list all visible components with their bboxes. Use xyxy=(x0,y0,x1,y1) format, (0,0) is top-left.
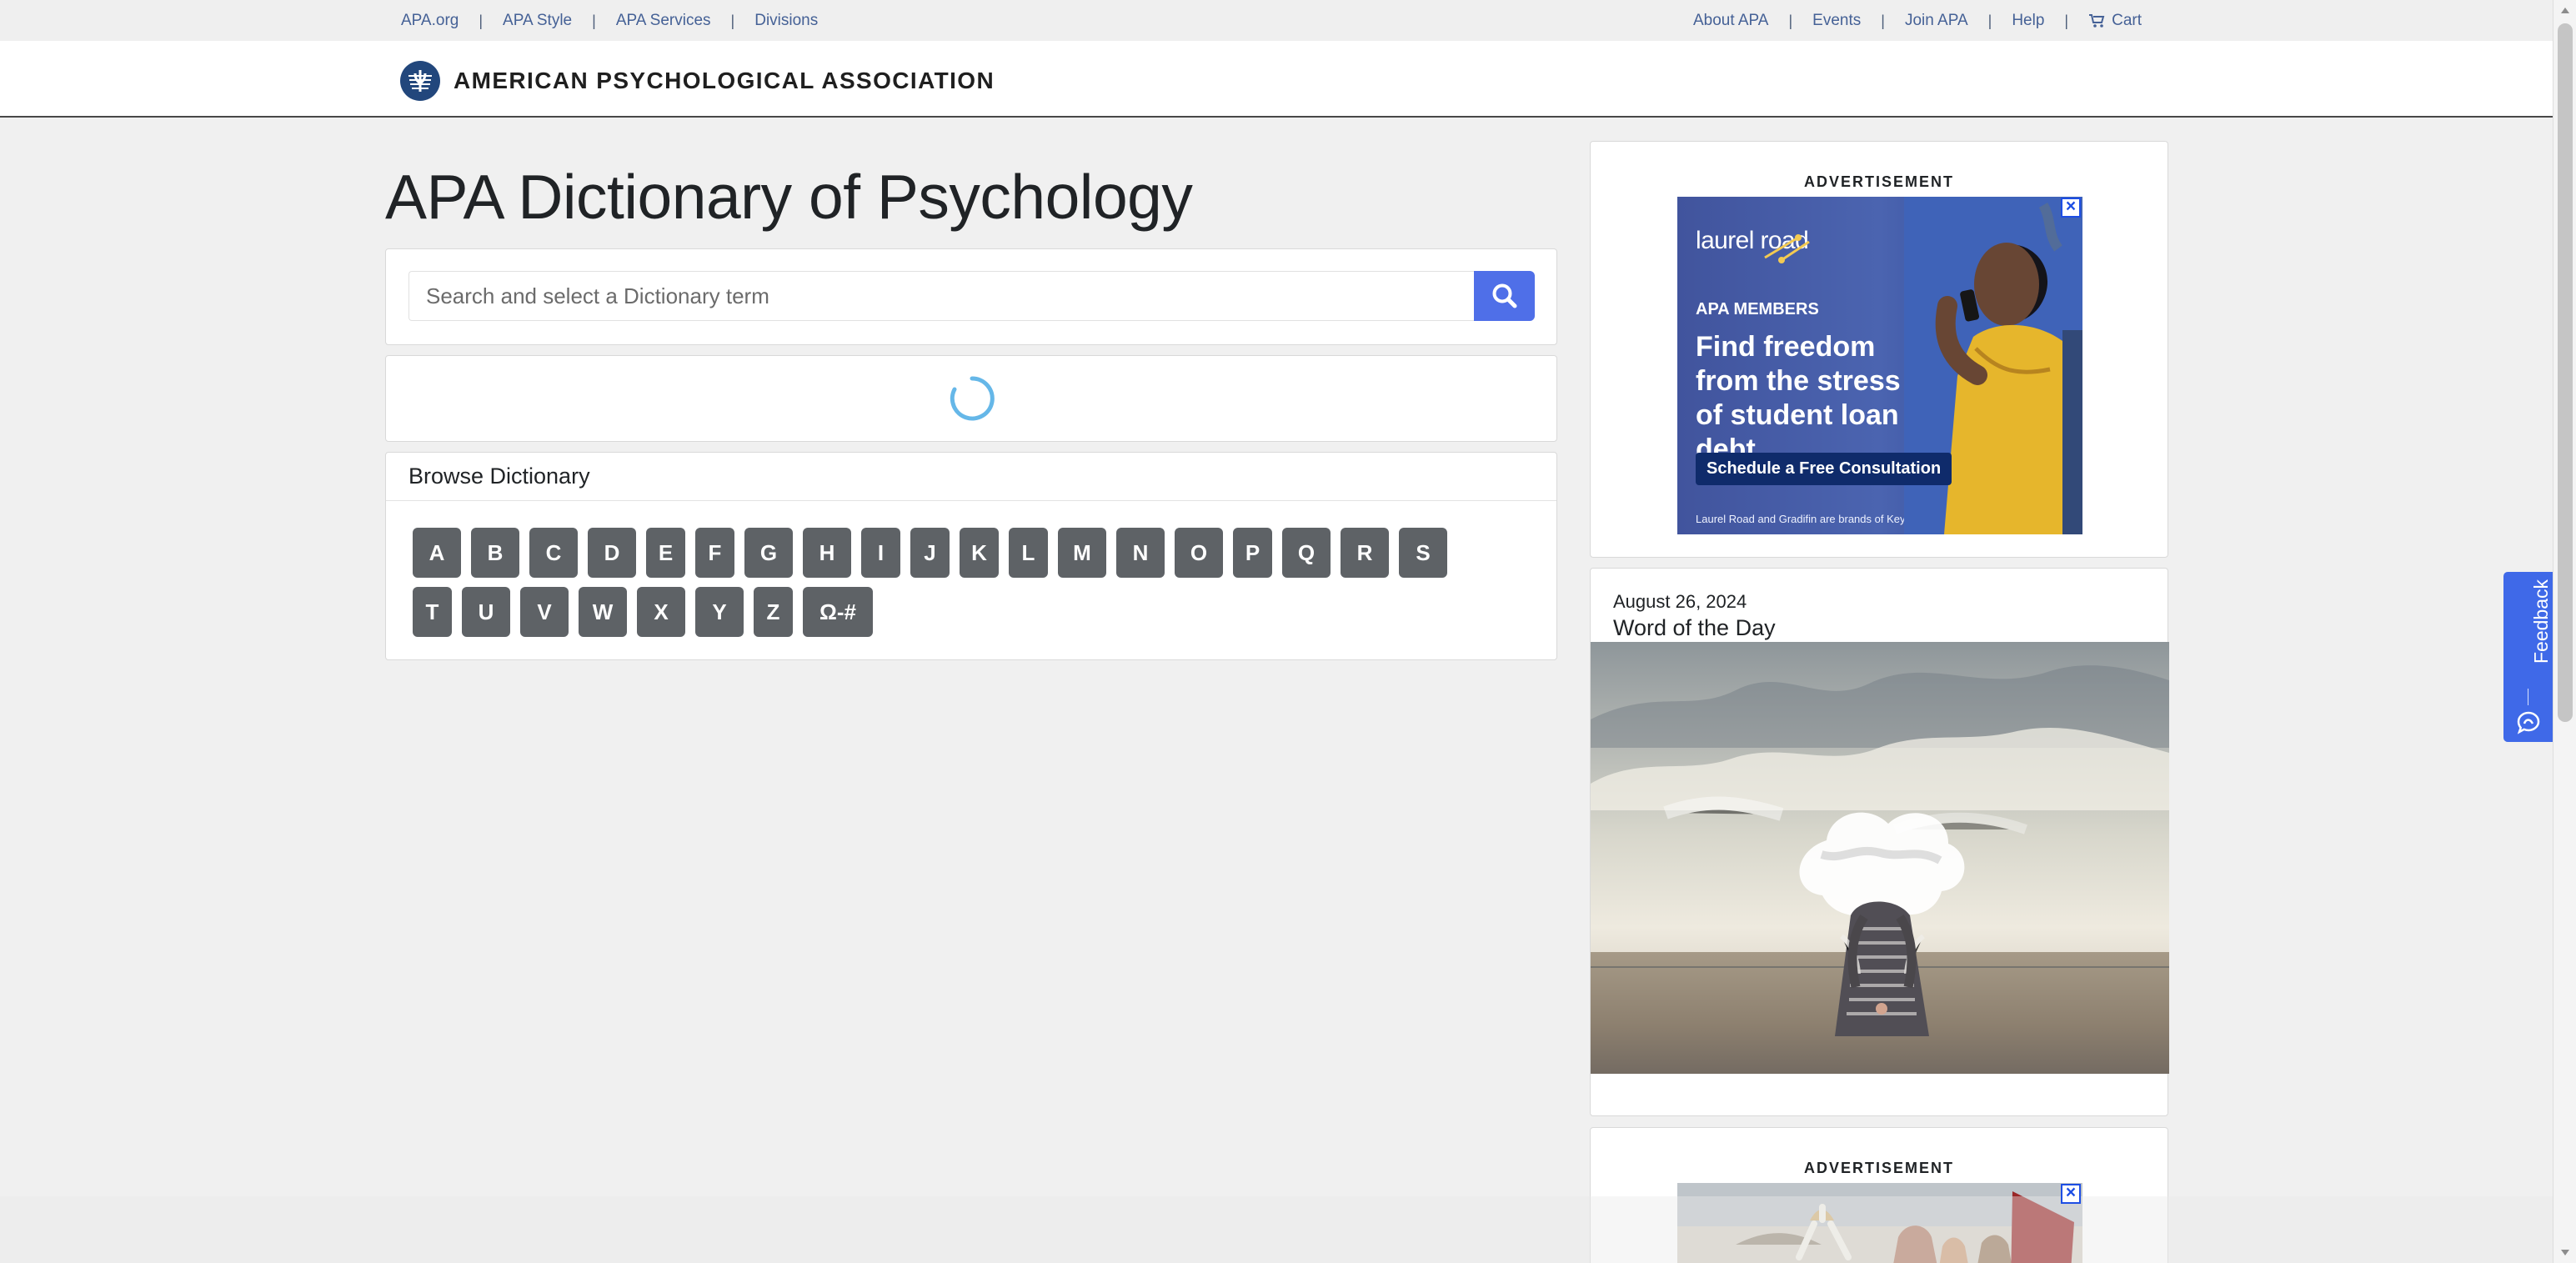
apa-logo-icon xyxy=(400,61,440,101)
dictionary-search-input[interactable] xyxy=(408,271,1512,321)
letter-button-y[interactable]: Y xyxy=(695,587,744,637)
cloud-head-woman-image[interactable] xyxy=(1591,642,2169,1074)
scroll-up-arrow-icon[interactable] xyxy=(2561,8,2569,13)
letter-button-i[interactable]: I xyxy=(861,528,900,578)
letter-button-omega-number[interactable]: Ω-# xyxy=(803,587,873,637)
bottom-advertisement-image[interactable]: × xyxy=(1677,1183,2082,1263)
letter-button-s[interactable]: S xyxy=(1399,528,1447,578)
cart-icon xyxy=(2089,14,2105,28)
nav-separator: | xyxy=(592,12,596,29)
letter-button-l[interactable]: L xyxy=(1009,528,1048,578)
family-outdoors-ad-image xyxy=(1677,1183,2082,1263)
letter-button-g[interactable]: G xyxy=(744,528,793,578)
alphabet-row-2: T U V W X Y Z Ω-# xyxy=(413,587,1530,637)
nav-link-divisions[interactable]: Divisions xyxy=(754,12,818,30)
page-title: APA Dictionary of Psychology xyxy=(385,162,1193,232)
advertisement-label: ADVERTISEMENT xyxy=(1803,1160,1954,1176)
ad-headline: Find freedom from the stress of student … xyxy=(1696,331,1901,465)
word-of-the-day-date: August 26, 2024 xyxy=(1613,591,1747,612)
letter-button-j[interactable]: J xyxy=(910,528,950,578)
nav-separator: | xyxy=(1987,12,1992,29)
letter-button-c[interactable]: C xyxy=(529,528,578,578)
ad-laurel-road-icon xyxy=(1764,234,1810,263)
apa-home-link[interactable]: AMERICAN PSYCHOLOGICAL ASSOCIATION xyxy=(400,61,995,101)
nav-link-help[interactable]: Help xyxy=(2012,12,2044,30)
nav-separator: | xyxy=(2064,12,2069,29)
letter-button-b[interactable]: B xyxy=(471,528,519,578)
letter-button-t[interactable]: T xyxy=(413,587,452,637)
cart-label: Cart xyxy=(2112,12,2142,29)
browse-dictionary-card: Browse Dictionary A B C D E F G H I J K … xyxy=(385,452,1557,660)
ad-member-badge: APA MEMBERS xyxy=(1696,300,1819,318)
feedback-label: Feedback xyxy=(2530,579,2552,664)
letter-button-d[interactable]: D xyxy=(588,528,636,578)
feedback-icon xyxy=(2517,711,2540,734)
nav-link-about-apa[interactable]: About APA xyxy=(1693,12,1769,30)
letter-button-x[interactable]: X xyxy=(637,587,685,637)
letter-button-m[interactable]: M xyxy=(1058,528,1106,578)
nav-link-join-apa[interactable]: Join APA xyxy=(1905,12,1968,30)
nav-link-apa-org[interactable]: APA.org xyxy=(401,12,459,30)
nav-link-apa-services[interactable]: APA Services xyxy=(616,12,711,30)
laurel-road-advertisement[interactable]: × laurel road APA MEMBERS Find freedom f… xyxy=(1677,197,2082,534)
utility-nav: APA.org | APA Style | APA Services | Div… xyxy=(0,0,2553,41)
letter-button-h[interactable]: H xyxy=(803,528,851,578)
search-icon xyxy=(1492,283,1516,308)
close-icon[interactable]: × xyxy=(2061,198,2081,218)
word-of-the-day-card: August 26, 2024 Word of the Day xyxy=(1590,568,2169,1116)
dictionary-search-card xyxy=(385,248,1557,345)
letter-button-q[interactable]: Q xyxy=(1282,528,1331,578)
letter-button-w[interactable]: W xyxy=(579,587,627,637)
faded-bottom-overlay xyxy=(0,1196,2553,1263)
alphabet-row-1: A B C D E F G H I J K L M N O P Q R S xyxy=(413,528,1530,578)
letter-button-p[interactable]: P xyxy=(1233,528,1272,578)
ad-cta-button[interactable]: Schedule a Free Consultation xyxy=(1696,453,1952,485)
nav-separator: | xyxy=(479,12,484,29)
letter-button-v[interactable]: V xyxy=(520,587,569,637)
letter-button-n[interactable]: N xyxy=(1116,528,1165,578)
letter-button-r[interactable]: R xyxy=(1341,528,1389,578)
top-advertisement-card: ADVERTISEMENT × laurel road APA MEMBERS … xyxy=(1590,141,2168,558)
bottom-advertisement-card: ADVERTISEMENT × xyxy=(1590,1127,2168,1263)
cart-link[interactable]: Cart xyxy=(2088,12,2142,30)
close-icon[interactable]: × xyxy=(2061,1184,2081,1204)
advertisement-label: ADVERTISEMENT xyxy=(1803,173,1954,190)
loading-spinner-icon xyxy=(950,376,995,421)
browse-dictionary-title: Browse Dictionary xyxy=(386,453,1556,501)
apa-brand-name: AMERICAN PSYCHOLOGICAL ASSOCIATION xyxy=(454,68,995,93)
utility-nav-right: About APA | Events | Join APA | Help | C… xyxy=(1693,12,2142,30)
search-button[interactable] xyxy=(1474,271,1535,321)
letter-button-e[interactable]: E xyxy=(646,528,685,578)
loading-card xyxy=(385,355,1557,442)
vertical-scrollbar[interactable] xyxy=(2553,0,2576,1263)
letter-button-o[interactable]: O xyxy=(1175,528,1223,578)
nav-separator: | xyxy=(1788,12,1793,29)
nav-link-apa-style[interactable]: APA Style xyxy=(503,12,572,30)
utility-nav-left: APA.org | APA Style | APA Services | Div… xyxy=(401,12,818,30)
letter-button-z[interactable]: Z xyxy=(754,587,793,637)
scroll-down-arrow-icon[interactable] xyxy=(2561,1250,2569,1255)
nav-separator: | xyxy=(730,12,735,29)
scrollbar-thumb[interactable] xyxy=(2558,23,2573,722)
site-header: AMERICAN PSYCHOLOGICAL ASSOCIATION xyxy=(0,41,2553,118)
letter-button-a[interactable]: A xyxy=(413,528,461,578)
letter-button-k[interactable]: K xyxy=(960,528,999,578)
word-of-the-day-title: Word of the Day xyxy=(1613,615,1776,640)
letter-button-u[interactable]: U xyxy=(462,587,510,637)
alphabet-navigation: A B C D E F G H I J K L M N O P Q R S T … xyxy=(413,528,1530,646)
nav-link-events[interactable]: Events xyxy=(1812,12,1861,30)
nav-separator: | xyxy=(1881,12,1885,29)
letter-button-f[interactable]: F xyxy=(695,528,734,578)
feedback-tab[interactable]: Feedback xyxy=(2503,572,2553,742)
